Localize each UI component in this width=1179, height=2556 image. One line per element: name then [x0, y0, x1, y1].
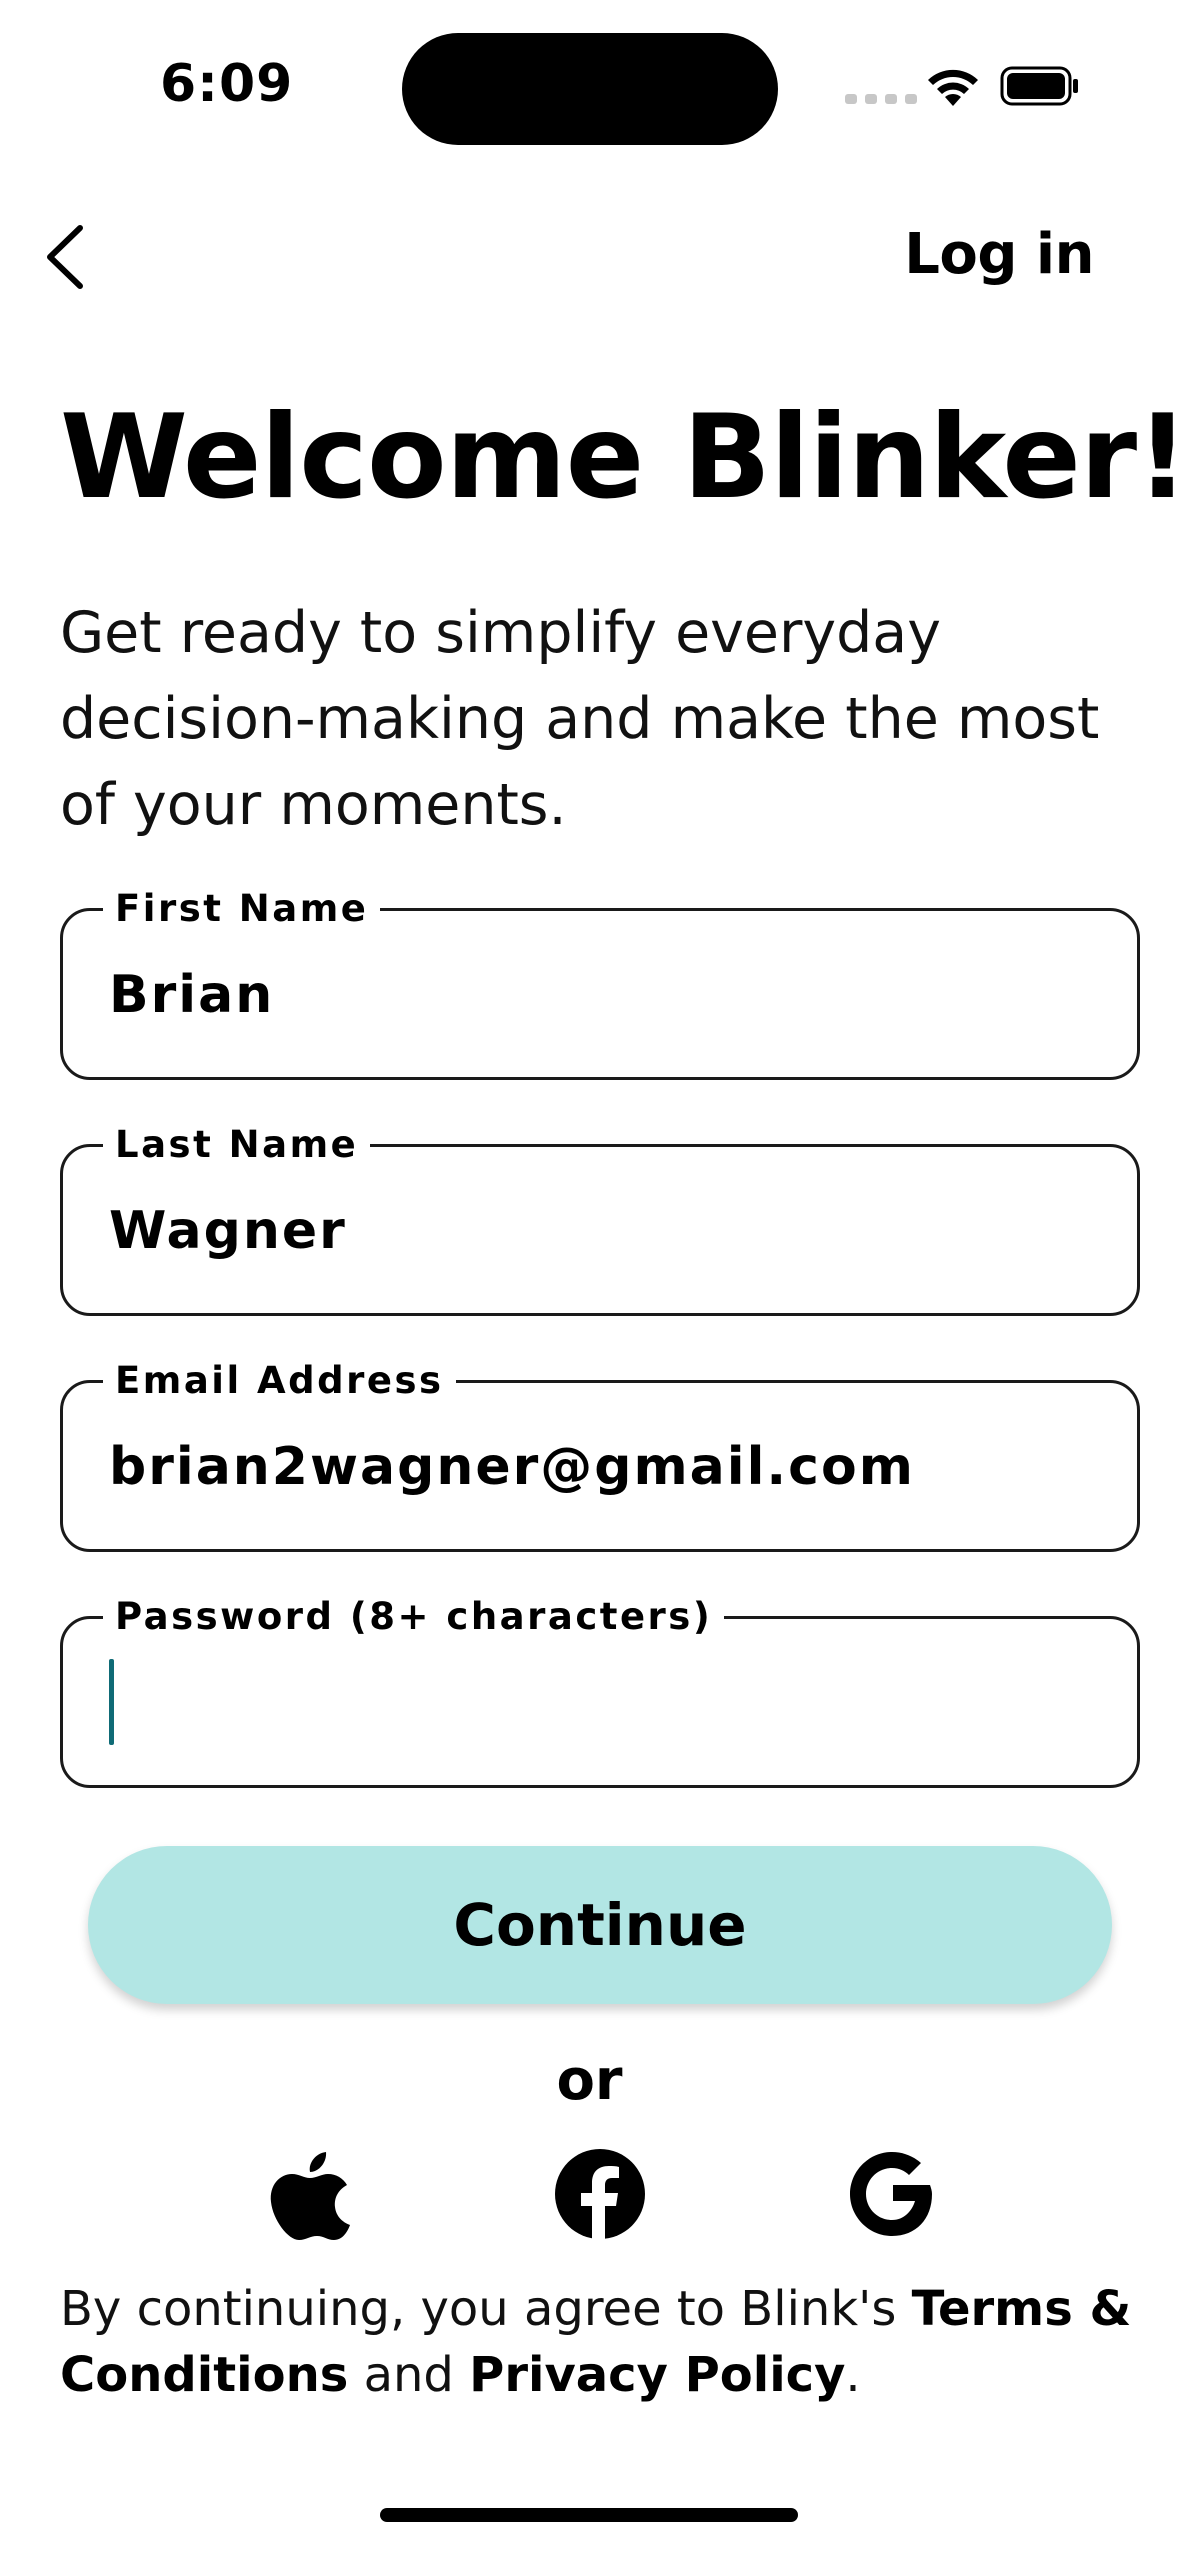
google-icon[interactable] — [846, 2148, 938, 2240]
email-input[interactable]: brian2wagner@gmail.com — [109, 1435, 915, 1499]
cellular-signal-icon — [845, 94, 917, 104]
page-title: Welcome Blinker! — [60, 390, 1179, 525]
password-label: Password (8+ characters) — [103, 1595, 725, 1639]
last-name-input[interactable]: Wagner — [109, 1199, 347, 1263]
or-divider: or — [556, 2048, 623, 2113]
first-name-input[interactable]: Brian — [109, 963, 274, 1027]
last-name-field[interactable]: Last Name Wagner — [60, 1123, 1140, 1316]
dynamic-island — [402, 33, 778, 145]
login-link[interactable]: Log in — [904, 222, 1094, 287]
facebook-icon[interactable] — [554, 2148, 646, 2240]
first-name-field[interactable]: First Name Brian — [60, 887, 1140, 1080]
text-caret — [109, 1659, 114, 1745]
continue-button[interactable]: Continue — [88, 1846, 1112, 2004]
email-label: Email Address — [103, 1359, 456, 1403]
apple-icon[interactable] — [268, 2150, 352, 2242]
email-field[interactable]: Email Address brian2wagner@gmail.com — [60, 1359, 1140, 1552]
legal-middle: and — [348, 2347, 470, 2403]
back-chevron-icon[interactable] — [40, 222, 90, 292]
legal-text: By continuing, you agree to Blink's Term… — [60, 2276, 1140, 2408]
legal-prefix: By continuing, you agree to Blink's — [60, 2281, 912, 2337]
legal-suffix: . — [845, 2347, 861, 2403]
privacy-policy-link[interactable]: Privacy Policy — [469, 2347, 845, 2403]
battery-icon — [1000, 66, 1078, 106]
wifi-icon — [928, 69, 978, 106]
last-name-label: Last Name — [103, 1123, 371, 1167]
page-subtitle: Get ready to simplify everyday decision-… — [60, 600, 1100, 838]
status-time: 6:09 — [160, 54, 294, 114]
home-indicator[interactable] — [380, 2508, 798, 2522]
first-name-label: First Name — [103, 887, 381, 931]
password-field[interactable]: Password (8+ characters) — [60, 1595, 1140, 1788]
